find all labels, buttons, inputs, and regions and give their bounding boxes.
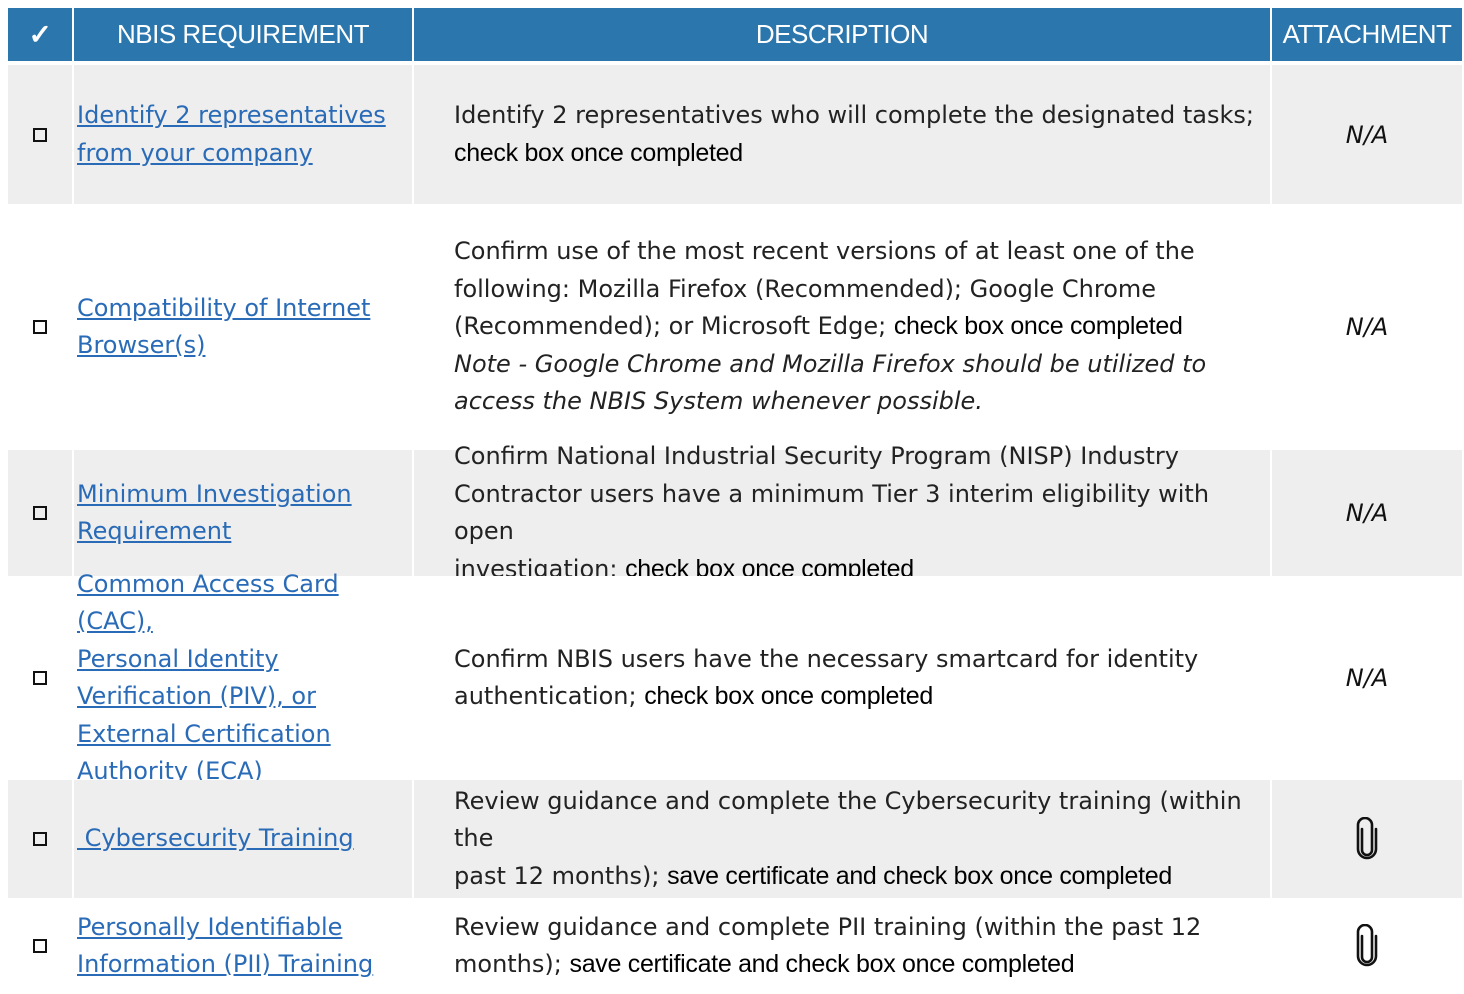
header-description: DESCRIPTION bbox=[414, 8, 1270, 61]
row-2-requirement: Compatibility of Internet Browser(s) bbox=[74, 204, 412, 450]
row-1-description: Identify 2 representatives who will comp… bbox=[414, 65, 1270, 204]
row-4-checkbox-cell bbox=[8, 576, 72, 780]
paperclip-icon[interactable] bbox=[1352, 924, 1382, 968]
paperclip-icon[interactable] bbox=[1352, 817, 1382, 861]
checkbox[interactable] bbox=[33, 506, 47, 520]
row-3-attachment: N/A bbox=[1272, 450, 1462, 576]
attachment-na: N/A bbox=[1345, 313, 1389, 341]
checkbox[interactable] bbox=[33, 320, 47, 334]
row-2-attachment: N/A bbox=[1272, 204, 1462, 450]
row-3-description: Confirm National Industrial Security Pro… bbox=[414, 442, 1270, 583]
row-3-checkbox-cell bbox=[8, 450, 72, 576]
row-6-description: Review guidance and complete PII trainin… bbox=[414, 898, 1270, 994]
row-5-checkbox-cell bbox=[8, 780, 72, 898]
row-2-checkbox-cell bbox=[8, 204, 72, 450]
attachment-na: N/A bbox=[1345, 664, 1389, 692]
row-4-attachment: N/A bbox=[1272, 576, 1462, 780]
requirement-link-pii-training[interactable]: Personally Identifiable Information (PII)… bbox=[77, 909, 373, 984]
nbis-requirements-table: ✓ NBIS REQUIREMENT DESCRIPTION ATTACHMEN… bbox=[8, 8, 1462, 994]
row-5-attachment bbox=[1272, 780, 1462, 898]
checkbox[interactable] bbox=[33, 832, 47, 846]
checkbox[interactable] bbox=[33, 671, 47, 685]
row-1-attachment: N/A bbox=[1272, 65, 1462, 204]
row-5-description: Review guidance and complete the Cyberse… bbox=[414, 780, 1270, 898]
row-4-requirement: Common Access Card (CAC), Personal Identi… bbox=[74, 570, 412, 785]
attachment-na: N/A bbox=[1345, 499, 1389, 527]
row-1-checkbox-cell bbox=[8, 65, 72, 204]
row-3-requirement: Minimum Investigation Requirement bbox=[74, 450, 412, 576]
header-requirement: NBIS REQUIREMENT bbox=[74, 8, 412, 61]
requirement-link-smartcard[interactable]: Common Access Card (CAC), Personal Identi… bbox=[77, 566, 408, 791]
checkbox[interactable] bbox=[33, 127, 47, 142]
header-attachment: ATTACHMENT bbox=[1272, 8, 1462, 61]
row-6-requirement: Personally Identifiable Information (PII)… bbox=[74, 898, 412, 994]
row-6-attachment bbox=[1272, 898, 1462, 994]
row-2-description: Confirm use of the most recent versions … bbox=[414, 204, 1270, 450]
check-mark-icon: ✓ bbox=[28, 19, 52, 50]
attachment-na: N/A bbox=[1345, 120, 1389, 149]
requirement-link-browser-compatibility[interactable]: Compatibility of Internet Browser(s) bbox=[77, 290, 370, 365]
row-1-requirement: Identify 2 representatives from your comp… bbox=[74, 65, 412, 204]
requirement-link-cybersecurity-training[interactable]: Cybersecurity Training bbox=[77, 820, 354, 858]
row-6-checkbox-cell bbox=[8, 898, 72, 994]
header-check-column: ✓ bbox=[8, 8, 72, 61]
checkbox[interactable] bbox=[33, 939, 47, 953]
row-5-requirement: Cybersecurity Training bbox=[74, 780, 412, 898]
requirement-link-minimum-investigation[interactable]: Minimum Investigation Requirement bbox=[77, 476, 352, 551]
requirement-link-identify-representatives[interactable]: Identify 2 representatives from your comp… bbox=[77, 97, 386, 172]
row-4-description: Confirm NBIS users have the necessary sm… bbox=[414, 576, 1270, 780]
